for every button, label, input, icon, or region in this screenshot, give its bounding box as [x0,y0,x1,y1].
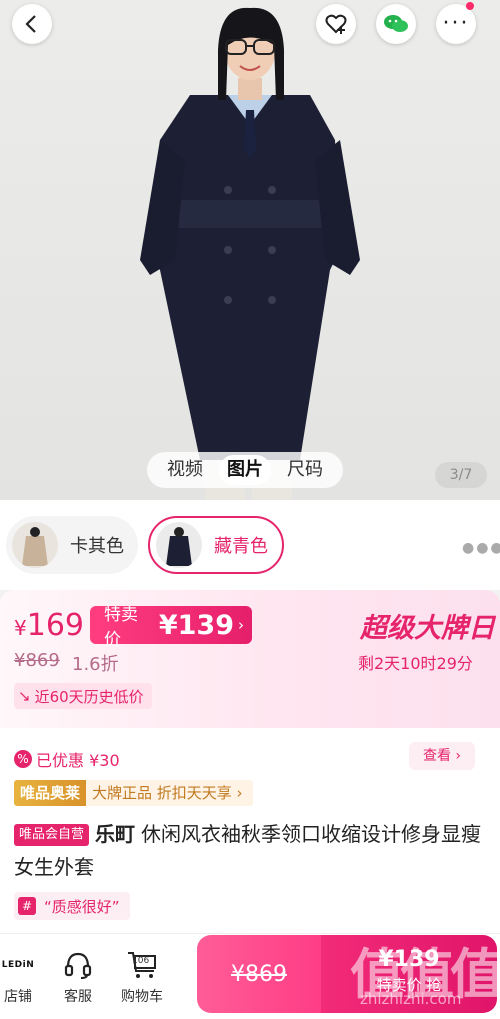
price-history-badge[interactable]: ↘ 近60天历史低价 [14,683,152,709]
outlet-banner[interactable]: 唯品奥莱 大牌正品 折扣天天享 › [14,780,253,806]
hashtag-icon: # [18,897,36,915]
event-title: 超级大牌日 [360,613,495,644]
current-price: ¥169 [14,608,84,643]
wechat-icon [384,15,408,32]
color-label: 卡其色 [70,536,124,557]
flash-sale-price: ¥139 [158,609,234,641]
heart-plus-icon [325,14,347,34]
customer-service-label: 客服 [64,989,92,1005]
cart-label: 购物车 [121,989,163,1005]
more-button[interactable]: ··· [436,2,476,44]
product-page: ··· 视频 图片 尺码 3/7 卡其色 藏青色 ●●● ¥169 特卖价 ¥1… [0,0,500,1019]
view-discount-button[interactable]: 查看 › [409,742,475,770]
color-label: 藏青色 [214,536,268,557]
color-thumbnail [156,522,202,568]
discount-applied-label: 已优惠 ¥30 [36,751,120,770]
buy-original-button[interactable]: ¥869 [197,935,321,1013]
share-wechat-button[interactable] [376,4,416,44]
store-logo-icon: LEDiN [1,960,35,970]
review-highlight[interactable]: # “质感很好” [14,892,130,920]
price-history-label: 近60天历史低价 [34,687,144,706]
color-option-khaki[interactable]: 卡其色 [6,516,138,574]
favorite-button[interactable] [316,4,356,44]
more-colors-icon[interactable]: ●●● [462,540,500,556]
flash-sale-label: 特卖价 [104,605,138,650]
cart-count: 106 [132,956,150,966]
product-title: 唯品会自营 乐町 休闲风衣袖秋季领口收缩设计修身显瘦女生外套 [14,818,484,884]
flash-sale-price-tag[interactable]: 特卖价 ¥139 › [90,605,252,650]
chevron-right-icon: › [238,616,244,634]
customer-service-button[interactable]: 客服 [50,948,106,1006]
model-photo [140,7,360,500]
notification-dot [466,2,474,10]
percent-icon: % [14,750,32,768]
outlet-slogan: 大牌正品 折扣天天享 › [86,780,253,806]
product-image[interactable]: ··· 视频 图片 尺码 3/7 [0,0,500,500]
self-operated-badge: 唯品会自营 [14,824,90,846]
headset-icon [64,952,92,979]
watermark-url: zhizhizhi.com [360,990,462,1008]
tab-images[interactable]: 图片 [219,455,271,485]
discount-applied: % 已优惠 ¥30 [14,747,120,771]
media-tabs: 视频 图片 尺码 [147,452,343,488]
discount-rate: 1.6折 [72,654,119,675]
brand-name[interactable]: 乐町 [95,822,135,846]
store-label: 店铺 [4,989,32,1005]
chevron-left-icon [25,15,36,33]
outlet-tag: 唯品奥莱 [14,780,87,806]
back-button[interactable] [12,4,52,44]
tab-size[interactable]: 尺码 [279,455,331,485]
tab-video[interactable]: 视频 [159,455,211,485]
event-countdown: 剩2天10时29分 [358,654,473,673]
color-thumbnail [12,522,58,568]
original-price: ¥869 [14,650,60,671]
cart-button[interactable]: 106 购物车 [114,948,170,1006]
color-option-navy[interactable]: 藏青色 [148,516,284,574]
image-counter: 3/7 [435,462,487,488]
trend-down-icon: ↘ [18,687,31,705]
review-highlight-text: “质感很好” [44,897,120,916]
store-button[interactable]: LEDiN 店铺 [0,948,46,1006]
more-dots-icon: ··· [442,11,470,36]
color-selector: 卡其色 藏青色 [0,500,500,590]
